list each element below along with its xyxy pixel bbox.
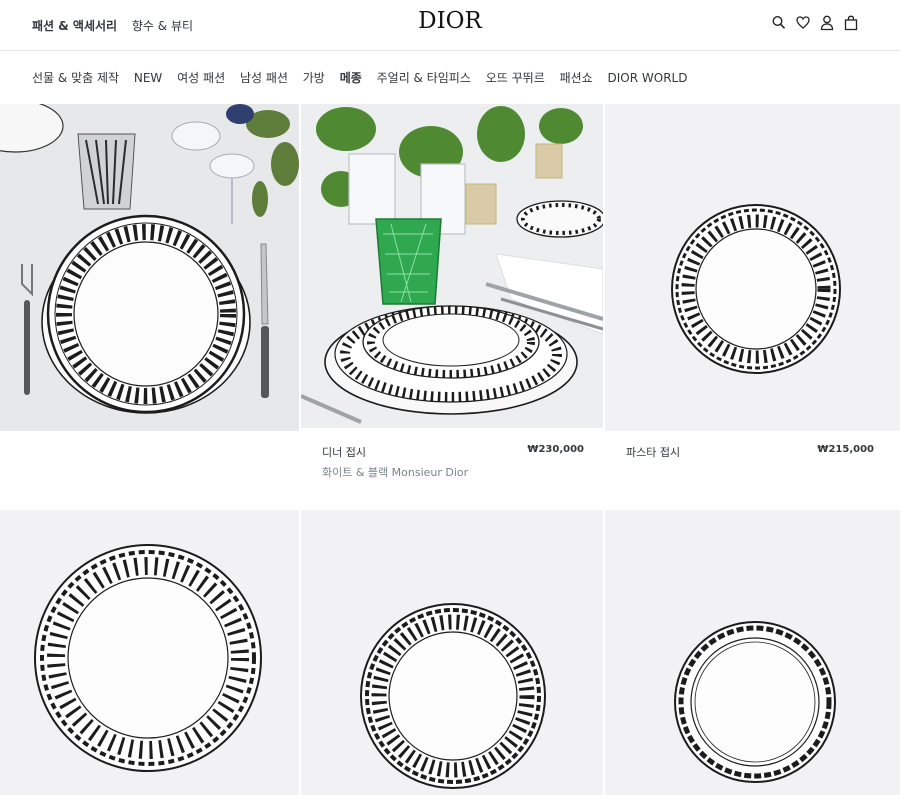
product-price: ₩215,000 (817, 444, 874, 455)
nav-item-fashion-show[interactable]: 패션쇼 (560, 71, 593, 85)
nav-item-dior-world[interactable]: DIOR WORLD (608, 71, 688, 85)
search-icon[interactable] (772, 15, 786, 31)
product-info-pasta-plate[interactable]: 파스타 접시 ₩215,000 (626, 444, 874, 460)
product-image-plate-small[interactable] (605, 510, 900, 795)
nav-item-new[interactable]: NEW (134, 71, 162, 85)
nav-item-maison[interactable]: 메종 (340, 71, 362, 85)
product-image-plate-large[interactable] (0, 510, 299, 795)
product-image-plate-medium[interactable] (301, 510, 603, 795)
header-icons (772, 15, 858, 31)
nav-item-jewelry[interactable]: 주얼리 & 타임피스 (377, 71, 471, 85)
nav-item-bags[interactable]: 가방 (303, 71, 325, 85)
top-header: 패션 & 액세서리 향수 & 뷰티 DIOR (0, 0, 900, 51)
lifestyle-photo-dinner-table[interactable] (301, 104, 603, 428)
lifestyle-photo-table-setting[interactable] (0, 104, 299, 431)
product-image-pasta-plate[interactable] (605, 104, 900, 431)
main-navigation: 선물 & 맞춤 제작 NEW 여성 패션 남성 패션 가방 메종 주얼리 & 타… (32, 69, 698, 86)
account-icon[interactable] (820, 15, 834, 31)
product-info-dinner-plate[interactable]: 디너 접시 화이트 & 블랙 Monsieur Dior ₩230,000 (322, 444, 584, 480)
nav-item-men[interactable]: 남성 패션 (240, 71, 288, 85)
dior-logo[interactable]: DIOR (0, 8, 900, 34)
shopping-bag-icon[interactable] (844, 15, 858, 31)
nav-item-women[interactable]: 여성 패션 (177, 71, 225, 85)
wishlist-heart-icon[interactable] (796, 15, 810, 31)
nav-item-haute-couture[interactable]: 오뜨 꾸뛰르 (486, 71, 545, 85)
product-price: ₩230,000 (527, 444, 584, 455)
nav-item-gifts[interactable]: 선물 & 맞춤 제작 (32, 71, 119, 85)
product-subtitle: 화이트 & 블랙 Monsieur Dior (322, 466, 469, 479)
